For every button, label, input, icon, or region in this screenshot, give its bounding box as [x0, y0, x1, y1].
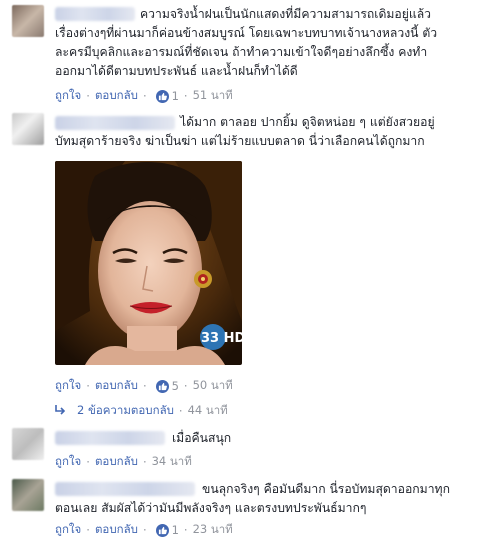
author-name[interactable] — [55, 431, 165, 445]
separator-dot: · — [86, 379, 90, 393]
comment-actions: ถูกใจ · ตอบกลับ · 1 · 23 นาที — [55, 521, 233, 539]
author-name[interactable] — [55, 116, 175, 130]
like-icon[interactable] — [155, 523, 169, 537]
view-replies-link[interactable]: 2 ข้อความตอบกลับ · 44 นาที — [55, 402, 228, 420]
like-link[interactable]: ถูกใจ — [55, 521, 81, 539]
timestamp[interactable]: 23 นาที — [193, 521, 233, 539]
avatar[interactable] — [12, 113, 44, 145]
separator-dot: · — [86, 455, 90, 469]
reply-link[interactable]: ตอบกลับ — [95, 377, 138, 395]
avatar[interactable] — [12, 5, 44, 37]
timestamp[interactable]: 34 นาที — [152, 453, 192, 471]
comment-text-line: เรื่องต่างๆที่ผ่านมาก็ค่อนข้างสมบูรณ์ โด… — [55, 26, 438, 40]
author-name[interactable] — [55, 482, 195, 496]
portrait-image: 33 HD — [55, 161, 242, 365]
avatar[interactable] — [12, 428, 44, 460]
reply-link[interactable]: ตอบกลับ — [95, 453, 138, 471]
comment-text-line: ความจริงน้ำฝนเป็นนักแสดงที่มีความสามารถเ… — [140, 7, 432, 21]
separator-dot: · — [142, 89, 147, 103]
separator-dot: · — [142, 523, 147, 537]
reply-arrow-icon — [55, 404, 69, 418]
timestamp[interactable]: 50 นาที — [193, 377, 233, 395]
separator-dot: · — [142, 379, 147, 393]
separator-dot: · — [142, 455, 147, 469]
like-icon[interactable] — [155, 89, 169, 103]
like-link[interactable]: ถูกใจ — [55, 453, 81, 471]
timestamp[interactable]: 51 นาที — [193, 87, 233, 105]
separator-dot: · — [86, 89, 90, 103]
like-icon[interactable] — [155, 379, 169, 393]
like-link[interactable]: ถูกใจ — [55, 87, 81, 105]
like-count: 1 — [171, 523, 179, 537]
like-count: 1 — [171, 89, 179, 103]
reply-link[interactable]: ตอบกลับ — [95, 87, 138, 105]
separator-dot: · — [178, 404, 183, 418]
reply-link[interactable]: ตอบกลับ — [95, 521, 138, 539]
comment-text-line: ออกมาได้ดีตามบทประพันธ์ และน้ำฝนก็ทำได้ด… — [55, 64, 298, 78]
comment-text-line: ตอนเลย สัมผัสได้ว่ามันมีพลังจริงๆ และตรง… — [55, 501, 367, 515]
comment-text-line: ได้มาก ตาลอย ปากยิ้ม ดูจิตหน่อย ๆ แต่ยัง… — [180, 115, 435, 129]
channel-logo-text: 33 HD — [201, 331, 242, 346]
separator-dot: · — [183, 89, 188, 103]
comment-actions: ถูกใจ · ตอบกลับ · 34 นาที — [55, 453, 192, 471]
separator-dot: · — [183, 523, 188, 537]
like-count: 5 — [171, 379, 179, 393]
comment-text-line: ละครมีบุคลิกและอารมณ์ที่ชัดเจน ถ้าทำความ… — [55, 45, 428, 59]
attached-photo[interactable]: 33 HD — [55, 161, 242, 365]
comment-actions: ถูกใจ · ตอบกลับ · 5 · 50 นาที — [55, 377, 233, 395]
replies-count-label[interactable]: 2 ข้อความตอบกลับ — [77, 402, 174, 420]
author-name[interactable] — [55, 7, 135, 21]
replies-timestamp: 44 นาที — [187, 403, 228, 417]
separator-dot: · — [86, 523, 90, 537]
comment-text-line: เมื่อคืนสนุก — [172, 431, 232, 445]
like-link[interactable]: ถูกใจ — [55, 377, 81, 395]
comment-text-line: บัทมสุดาร้ายจริง ฆ่าเป็นฆ่า แต่ไม่ร้ายแบ… — [55, 134, 425, 148]
separator-dot: · — [183, 379, 188, 393]
comment-text-line: ขนลุกจริงๆ คือมันดีมาก นี่รอบัทมสุดาออกม… — [202, 482, 450, 496]
avatar[interactable] — [12, 479, 44, 511]
comment-actions: ถูกใจ · ตอบกลับ · 1 · 51 นาที — [55, 87, 233, 105]
